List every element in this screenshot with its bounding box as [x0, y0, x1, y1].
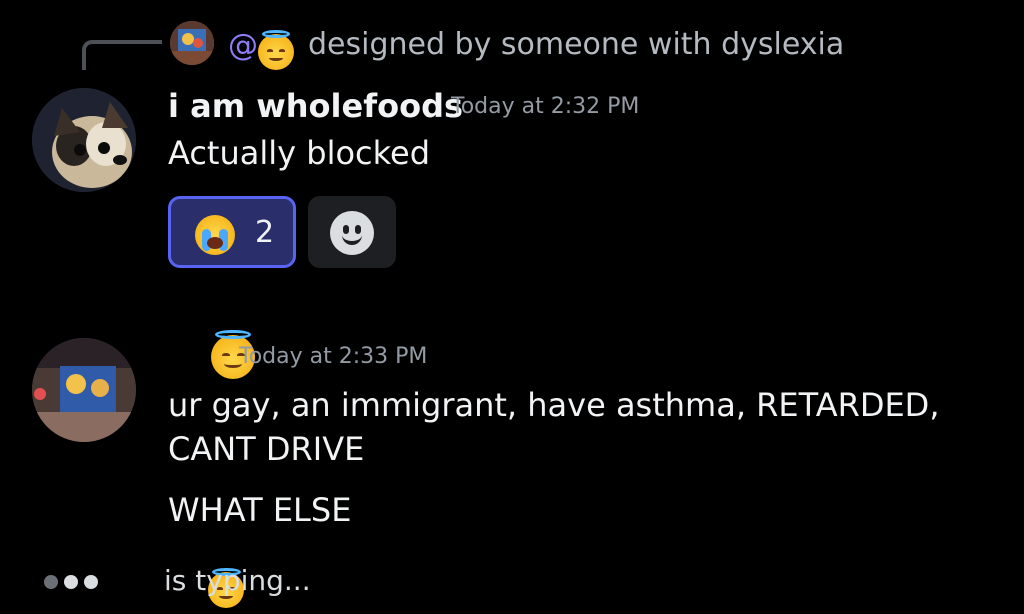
crying-face-icon [195, 215, 235, 255]
message-content-line1: ur gay, an immigrant, have asthma, RETAR… [168, 386, 940, 424]
message-followup: WHAT ELSE [168, 491, 352, 529]
halo-emoji-icon[interactable] [258, 29, 294, 70]
typing-dot [84, 575, 98, 589]
typing-dot [64, 575, 78, 589]
reply-author-avatar[interactable] [170, 21, 214, 65]
message-content-line2: CANT DRIVE [168, 430, 365, 468]
reply-connector-line [82, 40, 162, 70]
message-timestamp: Today at 2:32 PM [451, 94, 640, 119]
reply-preview-text[interactable]: designed by someone with dyslexia [308, 24, 844, 66]
message-username[interactable]: i am wholefoods [168, 86, 463, 126]
typing-indicator-text: is typing... [164, 564, 311, 597]
user-avatar-dog[interactable] [32, 88, 136, 192]
typing-dot [44, 575, 58, 589]
message-content: Actually blocked [168, 134, 431, 172]
reaction-count: 2 [255, 215, 275, 250]
message-timestamp: Today at 2:33 PM [239, 344, 428, 369]
add-reaction-icon [330, 211, 374, 255]
add-reaction-button[interactable] [308, 196, 396, 268]
reaction-crying-button[interactable]: 2 [168, 196, 296, 268]
user-avatar-room[interactable] [32, 338, 136, 442]
reply-mention[interactable]: @ [228, 26, 258, 66]
